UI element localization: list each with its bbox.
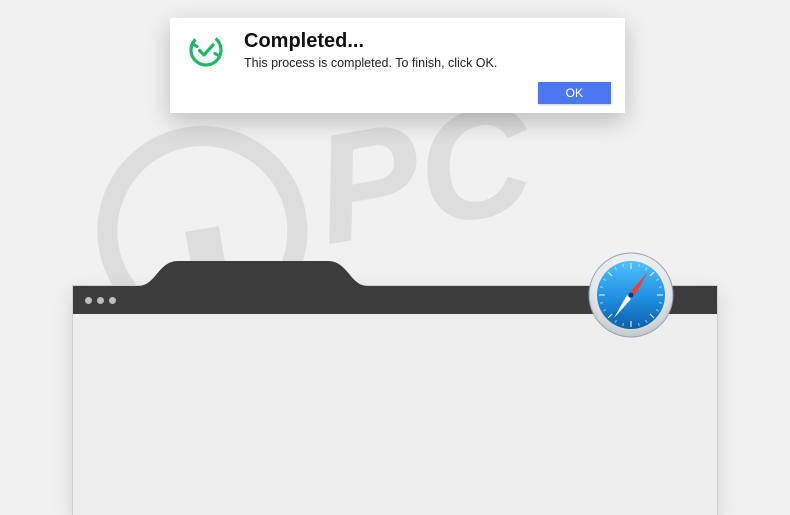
ok-button[interactable]: OK	[538, 82, 611, 104]
window-control-zoom[interactable]	[109, 297, 116, 304]
window-control-minimize[interactable]	[97, 297, 104, 304]
dialog-message: This process is completed. To finish, cl…	[244, 56, 609, 70]
completed-dialog: Completed... This process is completed. …	[170, 18, 625, 113]
completed-checkmark-icon	[186, 32, 226, 68]
window-controls[interactable]	[85, 297, 116, 304]
safari-compass-icon	[588, 252, 674, 338]
stage: PC risk.com	[0, 0, 790, 515]
browser-tab[interactable]	[138, 261, 368, 286]
window-control-close[interactable]	[85, 297, 92, 304]
dialog-title: Completed...	[244, 30, 609, 53]
